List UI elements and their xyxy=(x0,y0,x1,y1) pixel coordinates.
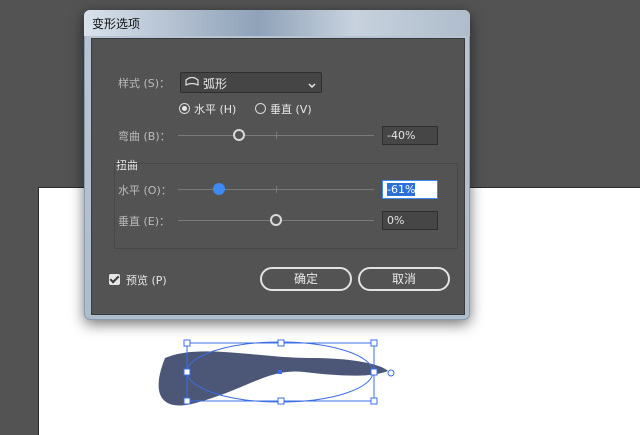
bend-label: 弯曲 (B)： xyxy=(118,130,171,143)
handle-middle-left xyxy=(183,368,191,376)
warped-shape[interactable] xyxy=(158,351,388,406)
style-label: 样式 (S)： xyxy=(118,77,171,90)
anchor-point xyxy=(387,369,395,377)
dialog-content: 样式 (S)： 弧形 水平 (H) 垂直 (V) 弯曲 (B)： -40% 扭曲… xyxy=(91,38,465,315)
warp-options-dialog: 变形选项 样式 (S)： 弧形 水平 (H) 垂直 (V) 弯曲 (B)： -4… xyxy=(84,10,470,320)
style-value: 弧形 xyxy=(203,77,228,91)
vertical-radio[interactable] xyxy=(255,103,266,114)
handle-top-left xyxy=(183,339,191,347)
bend-value-input[interactable]: -40% xyxy=(382,126,438,145)
preview-checkbox[interactable] xyxy=(109,274,120,285)
cancel-button[interactable]: 取消 xyxy=(358,267,450,291)
dialog-title: 变形选项 xyxy=(92,17,141,31)
handle-top-right xyxy=(370,339,378,347)
distortion-vertical-knob[interactable] xyxy=(270,214,282,226)
ok-button[interactable]: 确定 xyxy=(260,267,352,291)
chevron-down-icon xyxy=(307,76,317,95)
distortion-vertical-input[interactable]: 0% xyxy=(382,211,438,230)
distortion-vertical-label: 垂直 (E)： xyxy=(118,215,171,228)
preview-label[interactable]: 预览 (P) xyxy=(126,272,167,288)
handle-bottom-right xyxy=(370,397,378,405)
distortion-horizontal-label: 水平 (O)： xyxy=(118,184,172,197)
distortion-horizontal-knob[interactable] xyxy=(213,183,225,195)
bend-slider-center-tick xyxy=(276,132,277,139)
handle-top-center xyxy=(277,339,285,347)
horizontal-radio-label[interactable]: 水平 (H) xyxy=(194,101,236,117)
arc-shape-icon xyxy=(184,75,200,94)
handle-bottom-center xyxy=(277,397,285,405)
distortion-horizontal-center-tick xyxy=(276,186,277,193)
handle-bottom-left xyxy=(183,397,191,405)
style-dropdown[interactable]: 弧形 xyxy=(180,72,322,93)
distortion-group xyxy=(114,163,458,249)
vertical-radio-label[interactable]: 垂直 (V) xyxy=(270,101,312,117)
bend-slider-knob[interactable] xyxy=(233,129,245,141)
distortion-horizontal-input[interactable]: -61% xyxy=(382,180,438,199)
handle-middle-right xyxy=(370,368,378,376)
center-point xyxy=(278,370,282,374)
dialog-titlebar[interactable]: 变形选项 xyxy=(84,10,470,36)
horizontal-radio[interactable] xyxy=(179,103,190,114)
